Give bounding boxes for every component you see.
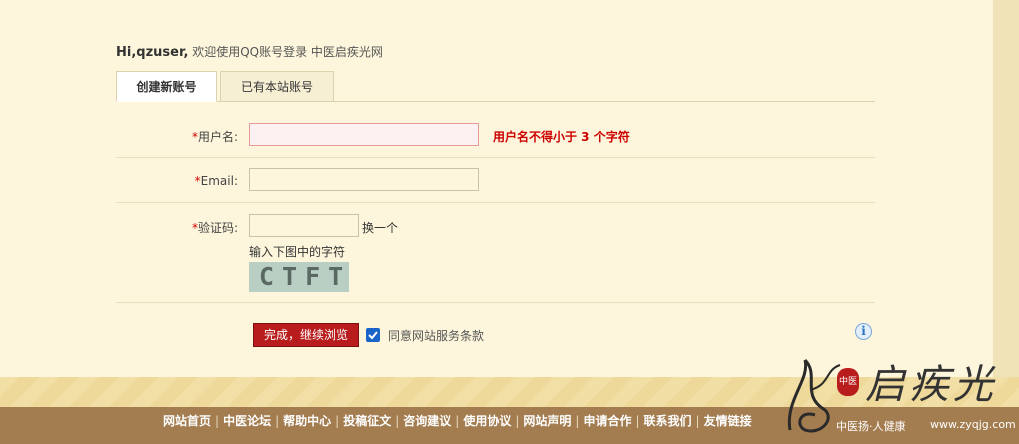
footer-separator: | (575, 414, 580, 428)
row-divider (116, 157, 875, 158)
captcha-label: *验证码: (116, 219, 238, 236)
greeting: Hi,qzuser, 欢迎使用QQ账号登录 中医启疾光网 (116, 43, 383, 60)
footer-link-contact[interactable]: 联系我们 (644, 414, 692, 428)
email-label-text: Email: (200, 174, 238, 188)
footer-separator: | (635, 414, 640, 428)
username-input[interactable] (249, 123, 479, 146)
logo-seal: 中医 (837, 368, 859, 396)
right-border-strip (993, 0, 1019, 377)
tab-existing-account[interactable]: 已有本站账号 (220, 71, 334, 102)
captcha-hint: 输入下图中的字符 (249, 245, 346, 259)
footer-separator: | (455, 414, 460, 428)
footer-separator: | (695, 414, 700, 428)
agree-terms-label[interactable]: 同意网站服务条款 (388, 327, 484, 344)
username-label-text: 用户名: (197, 130, 238, 144)
username-error: 用户名不得小于 3 个字符 (493, 130, 630, 144)
footer-separator: | (275, 414, 280, 428)
tab-create-account[interactable]: 创建新账号 (116, 71, 217, 102)
email-field[interactable] (249, 168, 479, 191)
footer-link-agreement[interactable]: 使用协议 (463, 414, 511, 428)
footer-link-submit[interactable]: 投稿征文 (343, 414, 391, 428)
footer-link-forum[interactable]: 中医论坛 (223, 414, 271, 428)
footer-link-advice[interactable]: 咨询建议 (403, 414, 451, 428)
account-tabs: 创建新账号 已有本站账号 (116, 71, 875, 102)
logo-url: www.zyqjg.com (930, 418, 1016, 431)
captcha-image[interactable]: CTFT (249, 262, 349, 292)
footer-separator: | (335, 414, 340, 428)
captcha-image-text: CTFT (259, 262, 349, 291)
footer-links: 网站首页 | 中医论坛 | 帮助中心 | 投稿征文 | 咨询建议 | 使用协议 | 网站声明 | 申请合作 |… (163, 407, 752, 437)
row-divider (116, 202, 875, 203)
footer-link-friends[interactable]: 友情链接 (704, 414, 752, 428)
captcha-refresh-link[interactable]: 换一个 (362, 219, 398, 236)
agree-checkbox[interactable] (366, 328, 380, 342)
footer-separator: | (395, 414, 400, 428)
email-label: *Email: (116, 174, 238, 188)
check-icon (368, 331, 378, 340)
footer-link-cooperation[interactable]: 申请合作 (583, 414, 631, 428)
captcha-input[interactable] (249, 214, 359, 237)
footer-link-help[interactable]: 帮助中心 (283, 414, 331, 428)
row-divider (116, 302, 875, 303)
footer-separator: | (215, 414, 220, 428)
username-label: *用户名: (116, 128, 238, 145)
captcha-label-text: 验证码: (197, 221, 238, 235)
logo-slogan: 中医扬·人健康 (836, 420, 906, 433)
greeting-message: 欢迎使用QQ账号登录 中医启疾光网 (188, 45, 383, 59)
greeting-user: Hi,qzuser, (116, 45, 189, 60)
submit-button[interactable]: 完成，继续浏览 (253, 323, 359, 347)
footer-link-home[interactable]: 网站首页 (163, 414, 211, 428)
footer-link-statement[interactable]: 网站声明 (523, 414, 571, 428)
footer-separator: | (515, 414, 520, 428)
logo-name: 启疾光 (865, 362, 997, 408)
info-icon[interactable]: i (855, 323, 872, 340)
